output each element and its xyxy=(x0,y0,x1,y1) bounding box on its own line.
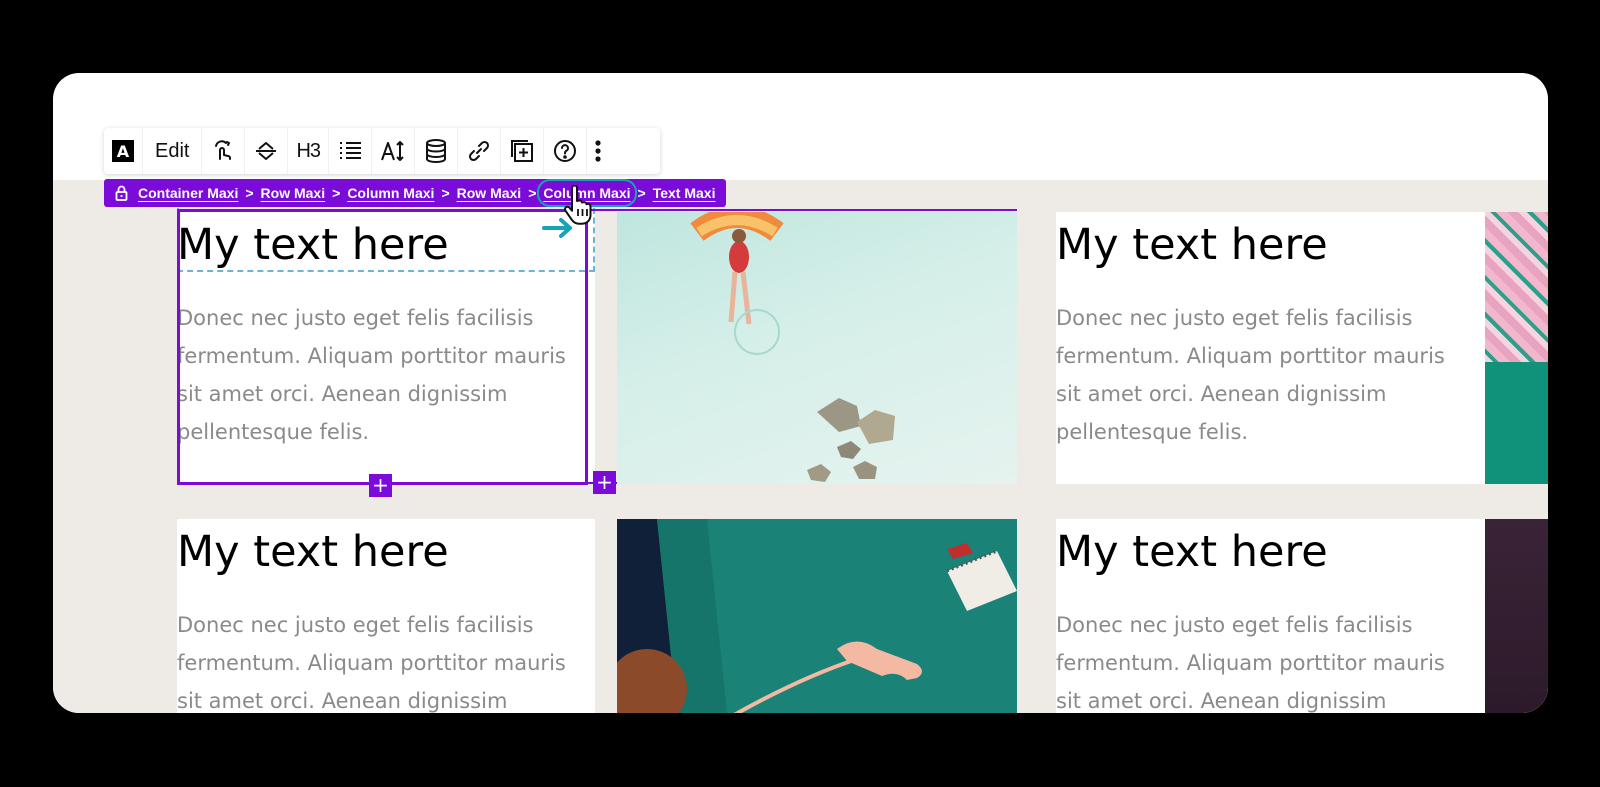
logo-icon: A xyxy=(112,140,134,162)
edit-label: Edit xyxy=(155,139,190,162)
list-icon xyxy=(337,138,363,164)
card-title[interactable]: My text here xyxy=(177,527,449,577)
font-size-icon xyxy=(380,138,406,164)
database-icon xyxy=(423,138,449,164)
pink-pattern-photo xyxy=(1485,212,1548,484)
editor-frame: A Edit H3 Container Maxi > Row Maxi > Co… xyxy=(53,73,1548,713)
text-column-2[interactable]: My text here Donec nec justo eget felis … xyxy=(1056,212,1485,484)
dark-purple-photo xyxy=(1485,519,1548,713)
dynamic-content-button[interactable] xyxy=(415,128,459,174)
selected-column-outline xyxy=(177,209,588,485)
breadcrumb-row-maxi[interactable]: Row Maxi xyxy=(261,185,326,201)
logo-button[interactable]: A xyxy=(104,128,143,174)
help-icon xyxy=(552,138,578,164)
alignment-icon xyxy=(253,138,279,164)
block-toolbar: A Edit H3 xyxy=(104,128,660,174)
heading-level-label: H3 xyxy=(296,139,321,162)
font-size-button[interactable] xyxy=(372,128,416,174)
interaction-button[interactable] xyxy=(202,128,246,174)
link-button[interactable] xyxy=(458,128,502,174)
card-body[interactable]: Donec nec justo eget felis facilisis fer… xyxy=(1056,606,1466,713)
add-block-icon xyxy=(509,138,535,164)
breadcrumb-container-maxi[interactable]: Container Maxi xyxy=(138,185,238,201)
more-options-button[interactable] xyxy=(587,128,609,174)
breadcrumb-separator: > xyxy=(245,185,254,201)
row-selection-top xyxy=(585,209,1017,211)
list-button[interactable] xyxy=(329,128,373,174)
card-body[interactable]: Donec nec justo eget felis facilisis fer… xyxy=(1056,299,1466,451)
breadcrumb-separator: > xyxy=(441,185,450,201)
breadcrumb: Container Maxi > Row Maxi > Column Maxi … xyxy=(104,179,726,207)
pool-float-photo xyxy=(617,212,1017,484)
text-column-4[interactable]: My text here Donec nec justo eget felis … xyxy=(1056,519,1485,713)
add-column-button[interactable]: + xyxy=(593,471,616,494)
breadcrumb-separator: > xyxy=(332,185,341,201)
help-button[interactable] xyxy=(544,128,588,174)
link-icon xyxy=(466,138,492,164)
more-options-icon xyxy=(593,138,603,164)
text-column-3[interactable]: My text here Donec nec justo eget felis … xyxy=(177,519,595,713)
card-body[interactable]: Donec nec justo eget felis facilisis fer… xyxy=(177,606,587,713)
breadcrumb-separator: > xyxy=(528,185,537,201)
alignment-button[interactable] xyxy=(245,128,289,174)
hand-cursor-icon xyxy=(563,184,593,229)
hand-pointer-icon xyxy=(210,138,236,164)
card-title[interactable]: My text here xyxy=(1056,220,1328,270)
breadcrumb-text-maxi[interactable]: Text Maxi xyxy=(653,185,716,201)
card-title[interactable]: My text here xyxy=(1056,527,1328,577)
teal-sofa-phone-photo xyxy=(617,519,1017,713)
add-block-below-button[interactable]: + xyxy=(369,474,392,497)
lock-icon[interactable] xyxy=(104,185,138,201)
breadcrumb-row-maxi-2[interactable]: Row Maxi xyxy=(457,185,522,201)
breadcrumb-column-maxi[interactable]: Column Maxi xyxy=(347,185,434,201)
edit-button[interactable]: Edit xyxy=(143,128,203,174)
heading-level-button[interactable]: H3 xyxy=(288,128,330,174)
breadcrumb-separator: > xyxy=(637,185,646,201)
add-block-button[interactable] xyxy=(501,128,545,174)
